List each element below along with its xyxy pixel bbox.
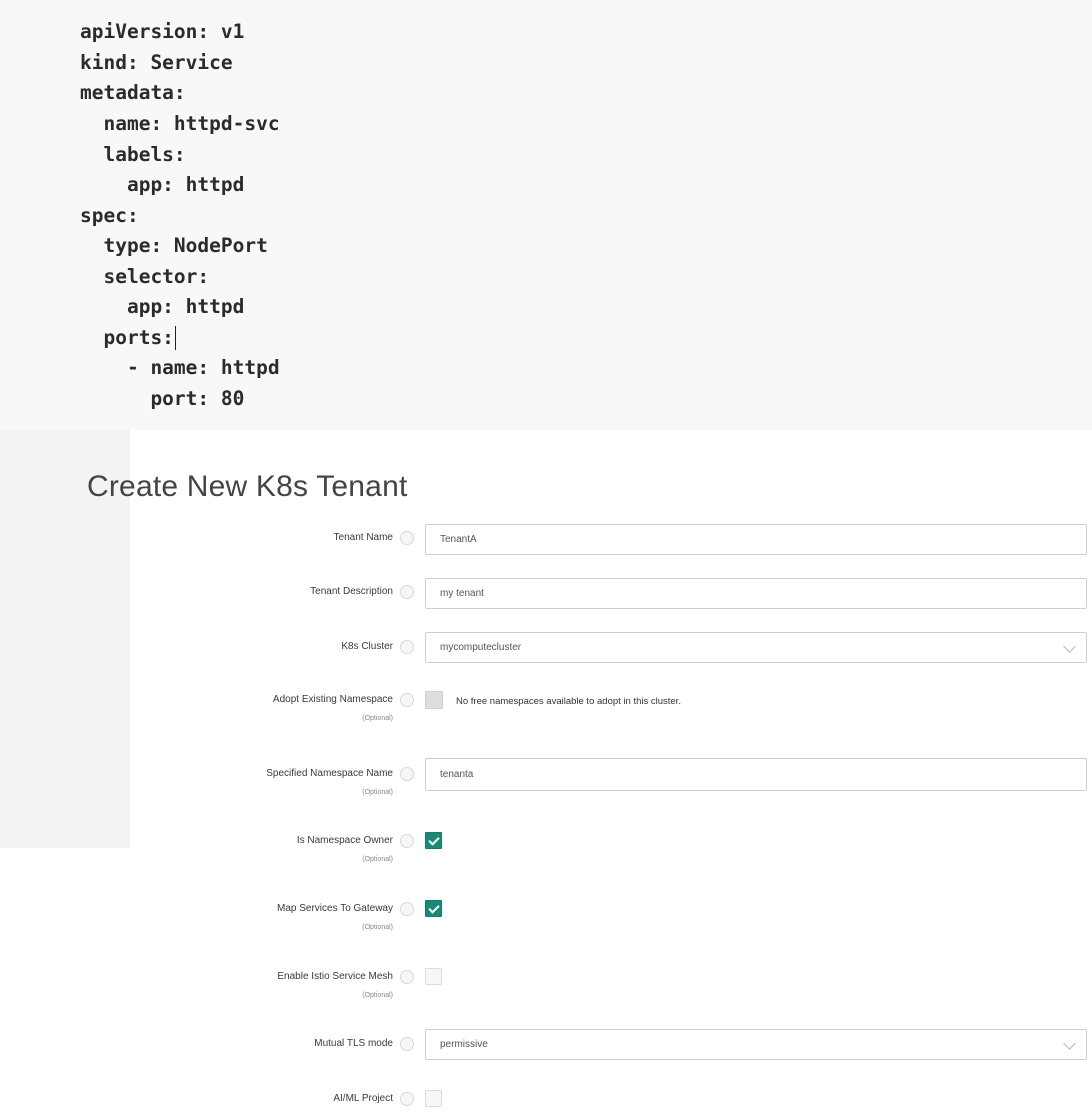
mutual-tls-label: Mutual TLS mode (314, 1038, 393, 1049)
help-icon[interactable] (400, 1092, 414, 1106)
namespace-name-label-group: Specified Namespace Name (Optional) (0, 767, 393, 799)
chevron-down-icon (1063, 640, 1076, 653)
k8s-cluster-value: mycomputecluster (440, 642, 522, 653)
help-icon[interactable] (400, 767, 414, 781)
optional-label: (Optional) (362, 715, 393, 722)
map-services-checkbox[interactable] (425, 900, 442, 917)
map-services-label: Map Services To Gateway (277, 903, 393, 914)
map-services-label-group: Map Services To Gateway (Optional) (0, 902, 393, 934)
mutual-tls-select[interactable]: permissive (425, 1029, 1087, 1060)
code-line: spec: (80, 204, 139, 227)
help-icon[interactable] (400, 1037, 414, 1051)
code-line: port: 80 (80, 387, 245, 410)
tenant-description-label: Tenant Description (310, 586, 393, 597)
optional-label: (Optional) (362, 856, 393, 863)
code-line: app: httpd (80, 295, 245, 318)
chevron-down-icon (1063, 1037, 1076, 1050)
adopt-namespace-label: Adopt Existing Namespace (272, 694, 393, 705)
optional-label: (Optional) (362, 924, 393, 931)
page-title: Create New K8s Tenant (87, 470, 408, 503)
help-icon[interactable] (400, 640, 414, 654)
optional-label: (Optional) (362, 992, 393, 999)
k8s-cluster-select[interactable]: mycomputecluster (425, 632, 1087, 663)
k8s-cluster-label-group: K8s Cluster (0, 640, 393, 654)
istio-mesh-label: Enable Istio Service Mesh (277, 971, 393, 982)
code-line-text: ports: (80, 326, 174, 349)
adopt-namespace-note: No free namespaces available to adopt in… (456, 696, 681, 707)
k8s-cluster-label: K8s Cluster (341, 641, 393, 652)
namespace-owner-label-group: Is Namespace Owner (Optional) (0, 834, 393, 866)
help-icon[interactable] (400, 970, 414, 984)
namespace-name-label: Specified Namespace Name (266, 768, 393, 779)
tenant-description-label-group: Tenant Description (0, 585, 393, 599)
adopt-namespace-checkbox[interactable] (425, 691, 443, 709)
tenant-name-input[interactable]: TenantA (425, 524, 1087, 555)
mutual-tls-label-group: Mutual TLS mode (0, 1037, 393, 1051)
namespace-owner-checkbox[interactable] (425, 832, 442, 849)
code-line: app: httpd (80, 173, 245, 196)
mutual-tls-value: permissive (440, 1039, 488, 1050)
help-icon[interactable] (400, 834, 414, 848)
tenant-name-label-group: Tenant Name (0, 531, 393, 545)
aiml-project-label: AI/ML Project (333, 1093, 393, 1104)
text-cursor (174, 326, 176, 350)
istio-mesh-label-group: Enable Istio Service Mesh (Optional) (0, 970, 393, 1002)
optional-label: (Optional) (362, 789, 393, 796)
code-line: name: httpd-svc (80, 112, 280, 135)
code-line: metadata: (80, 81, 186, 104)
help-icon[interactable] (400, 585, 414, 599)
help-icon[interactable] (400, 531, 414, 545)
code-line: kind: Service (80, 51, 233, 74)
code-line: - name: httpd (80, 356, 280, 379)
code-line: labels: (80, 143, 186, 166)
code-line: ports: (80, 326, 176, 350)
help-icon[interactable] (400, 902, 414, 916)
code-line: selector: (80, 265, 210, 288)
code-line: apiVersion: v1 (80, 20, 245, 43)
aiml-project-checkbox[interactable] (425, 1090, 442, 1107)
adopt-namespace-label-group: Adopt Existing Namespace (Optional) (0, 693, 393, 725)
tenant-description-input[interactable]: my tenant (425, 578, 1087, 609)
code-line: type: NodePort (80, 234, 268, 257)
help-icon[interactable] (400, 693, 414, 707)
namespace-name-input[interactable]: tenanta (425, 758, 1087, 791)
namespace-owner-label: Is Namespace Owner (296, 835, 393, 846)
istio-mesh-checkbox[interactable] (425, 968, 442, 985)
tenant-name-label: Tenant Name (333, 532, 393, 543)
aiml-project-label-group: AI/ML Project (0, 1092, 393, 1106)
